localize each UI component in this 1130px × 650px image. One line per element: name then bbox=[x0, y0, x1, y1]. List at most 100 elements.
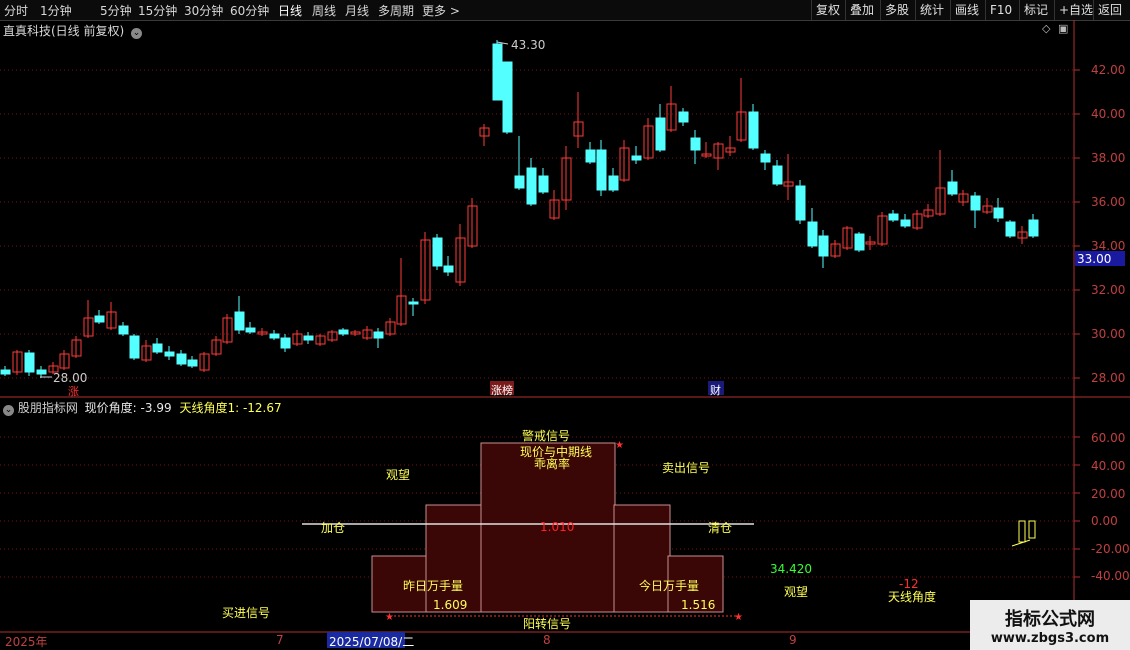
candle-body bbox=[993, 207, 1004, 219]
price-tick: 40.00 bbox=[1091, 107, 1126, 121]
candle-body bbox=[1028, 219, 1039, 237]
yesterday-volume-value: 1.609 bbox=[433, 598, 468, 612]
indicator-tick: 60.00 bbox=[1091, 431, 1126, 445]
price-tick: 28.00 bbox=[1091, 371, 1126, 385]
angle-line bbox=[1011, 539, 1031, 547]
left-step-bar bbox=[425, 504, 483, 613]
candle-body bbox=[36, 369, 47, 375]
candle-body bbox=[269, 333, 280, 339]
value-34-label: 34.420 bbox=[770, 562, 812, 576]
candle-body bbox=[443, 265, 454, 273]
candle-body bbox=[538, 175, 549, 193]
candle-body bbox=[655, 117, 666, 151]
candle-body bbox=[748, 111, 759, 149]
time-label-7: 7 bbox=[276, 633, 284, 647]
indicator-title-row: ⌄ 股朋指标网 现价角度: -3.99 天线角度1: -12.67 bbox=[3, 399, 282, 416]
star-icon: ★ bbox=[385, 612, 394, 623]
indicator-tick: 40.00 bbox=[1091, 459, 1126, 473]
candle-body bbox=[596, 149, 607, 191]
watermark-url: www.zbgs3.com bbox=[990, 631, 1110, 646]
yang-signal-label: 阳转信号 bbox=[523, 617, 572, 631]
candle-body bbox=[492, 43, 503, 101]
price-tick: 38.00 bbox=[1091, 151, 1126, 165]
candle-body bbox=[176, 353, 187, 365]
watch-label-2: 观望 bbox=[784, 585, 809, 599]
price-tick: 34.00 bbox=[1091, 239, 1126, 253]
indicator-tick: -20.00 bbox=[1091, 542, 1130, 556]
today-volume-value: 1.516 bbox=[681, 598, 716, 612]
candle-body bbox=[94, 315, 105, 323]
candle-body bbox=[234, 311, 245, 331]
price-tick: 36.00 bbox=[1091, 195, 1126, 209]
warning-signal-label: 警戒信号 bbox=[522, 429, 571, 443]
zhangbang-marker[interactable]: 涨榜 bbox=[491, 382, 513, 398]
candle-body bbox=[900, 219, 911, 227]
candle-body bbox=[24, 352, 35, 373]
center-value-label: 1.010 bbox=[540, 520, 575, 534]
time-label-9: 9 bbox=[789, 633, 797, 647]
candle-body bbox=[373, 331, 384, 339]
gear-icon[interactable]: ⌄ bbox=[3, 405, 14, 416]
sell-signal-label: 卖出信号 bbox=[662, 461, 711, 475]
candle-body bbox=[338, 329, 349, 335]
add-position-label: 加仓 bbox=[321, 521, 346, 535]
candle-body bbox=[690, 137, 701, 151]
price-tick: 30.00 bbox=[1091, 327, 1126, 341]
candle-body bbox=[118, 325, 129, 335]
indicator-tick: -40.00 bbox=[1091, 569, 1130, 583]
buy-signal-label: 买进信号 bbox=[222, 606, 271, 620]
chart-canvas: ★ ★ ★ bbox=[0, 20, 1130, 648]
candle-body bbox=[514, 175, 525, 189]
angle-bar-2 bbox=[1028, 520, 1036, 539]
candle-body bbox=[187, 359, 198, 367]
candlesticks bbox=[0, 40, 1039, 378]
time-label-8: 8 bbox=[543, 633, 551, 647]
sky-angle-text: 天线角度 bbox=[888, 590, 937, 604]
deviation-label-2: 乖离率 bbox=[534, 457, 571, 471]
sky-angle-label: 天线角度1: bbox=[179, 401, 240, 415]
candle-body bbox=[280, 337, 291, 349]
candle-body bbox=[608, 175, 619, 191]
price-angle-label: 现价角度: bbox=[84, 401, 137, 415]
finance-marker[interactable]: 财 bbox=[710, 382, 721, 398]
indicator-name: 股朋指标网 bbox=[17, 401, 78, 415]
right-step-bar bbox=[613, 504, 671, 613]
candle-body bbox=[0, 369, 11, 375]
candle-body bbox=[854, 233, 865, 251]
price-tick: 42.00 bbox=[1091, 63, 1126, 77]
limit-up-marker[interactable]: 涨 bbox=[68, 383, 79, 399]
price-tick: 32.00 bbox=[1091, 283, 1126, 297]
indicator-tick: 20.00 bbox=[1091, 487, 1126, 501]
candle-body bbox=[303, 335, 314, 341]
current-price-label: 33.00 bbox=[1077, 252, 1112, 266]
candle-body bbox=[970, 195, 981, 211]
star-icon: ★ bbox=[734, 612, 743, 623]
candle-body bbox=[502, 61, 513, 133]
candle-body bbox=[807, 221, 818, 247]
candle-body bbox=[772, 165, 783, 185]
star-icon: ★ bbox=[615, 440, 624, 451]
candle-body bbox=[795, 185, 806, 221]
candle-body bbox=[152, 343, 163, 353]
candle-body bbox=[432, 237, 443, 267]
indicator-tick: 0.00 bbox=[1091, 514, 1118, 528]
watermark-logo: 指标公式网 www.zbgs3.com bbox=[970, 600, 1130, 650]
time-label-cursor-date: 2025/07/08/二 bbox=[329, 635, 415, 649]
candle-body bbox=[585, 149, 596, 163]
candle-body bbox=[408, 301, 419, 305]
candle-body bbox=[129, 335, 140, 359]
angle-bar-1 bbox=[1018, 520, 1026, 543]
watermark-title: 指标公式网 bbox=[1005, 609, 1095, 630]
today-volume-label: 今日万手量 bbox=[639, 579, 700, 593]
time-label-year: 2025年 bbox=[5, 635, 48, 649]
watch-label: 观望 bbox=[386, 468, 411, 482]
yesterday-volume-label: 昨日万手量 bbox=[403, 579, 464, 593]
candle-body bbox=[678, 111, 689, 123]
price-angle-value: -3.99 bbox=[140, 401, 172, 415]
sky-angle-value: -12.67 bbox=[242, 401, 282, 415]
candle-body bbox=[888, 213, 899, 221]
candle-body bbox=[164, 351, 175, 357]
candle-body bbox=[760, 153, 771, 163]
candle-body bbox=[818, 235, 829, 257]
candle-body bbox=[631, 155, 642, 161]
